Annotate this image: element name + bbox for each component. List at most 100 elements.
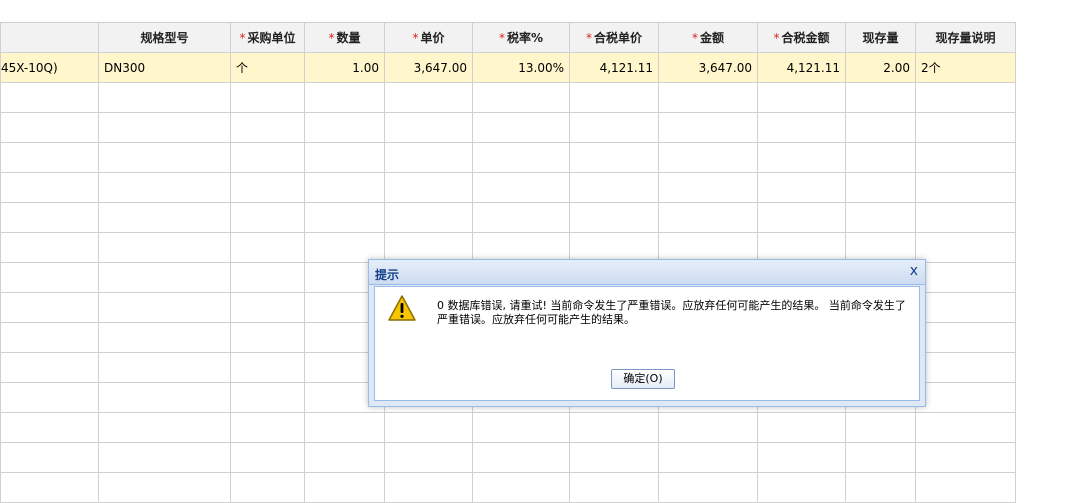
empty-cell[interactable] bbox=[98, 442, 231, 473]
cell-name[interactable]: 45X-10Q) bbox=[0, 52, 99, 83]
empty-cell[interactable] bbox=[658, 202, 758, 233]
empty-cell[interactable] bbox=[569, 412, 659, 443]
empty-cell[interactable] bbox=[658, 172, 758, 203]
cell-stock-note[interactable]: 2个 bbox=[915, 52, 1016, 83]
empty-cell[interactable] bbox=[384, 82, 473, 113]
empty-cell[interactable] bbox=[0, 292, 99, 323]
close-icon[interactable]: x bbox=[910, 263, 918, 279]
cell-tax-price[interactable]: 4,121.11 bbox=[569, 52, 659, 83]
empty-cell[interactable] bbox=[98, 142, 231, 173]
ok-button[interactable]: 确定(O) bbox=[611, 369, 675, 389]
empty-cell[interactable] bbox=[230, 412, 305, 443]
empty-cell[interactable] bbox=[915, 412, 1016, 443]
empty-cell[interactable] bbox=[845, 232, 916, 263]
empty-cell[interactable] bbox=[0, 172, 99, 203]
empty-cell[interactable] bbox=[304, 442, 385, 473]
empty-cell[interactable] bbox=[0, 232, 99, 263]
empty-cell[interactable] bbox=[472, 412, 570, 443]
col-header-tax-rate[interactable]: * 税率% bbox=[472, 22, 570, 53]
empty-cell[interactable] bbox=[757, 142, 846, 173]
empty-cell[interactable] bbox=[472, 202, 570, 233]
empty-cell[interactable] bbox=[915, 112, 1016, 143]
table-row[interactable] bbox=[0, 442, 1016, 473]
empty-cell[interactable] bbox=[915, 172, 1016, 203]
empty-cell[interactable] bbox=[845, 442, 916, 473]
empty-cell[interactable] bbox=[304, 232, 385, 263]
empty-cell[interactable] bbox=[384, 142, 473, 173]
empty-cell[interactable] bbox=[98, 82, 231, 113]
empty-cell[interactable] bbox=[757, 412, 846, 443]
empty-cell[interactable] bbox=[230, 442, 305, 473]
empty-cell[interactable] bbox=[230, 112, 305, 143]
empty-cell[interactable] bbox=[472, 172, 570, 203]
empty-cell[interactable] bbox=[569, 202, 659, 233]
empty-cell[interactable] bbox=[658, 232, 758, 263]
empty-cell[interactable] bbox=[230, 352, 305, 383]
empty-cell[interactable] bbox=[757, 202, 846, 233]
empty-cell[interactable] bbox=[569, 142, 659, 173]
empty-cell[interactable] bbox=[98, 202, 231, 233]
empty-cell[interactable] bbox=[0, 202, 99, 233]
col-header-stock-note[interactable]: 现存量说明 bbox=[915, 22, 1016, 53]
empty-cell[interactable] bbox=[384, 172, 473, 203]
col-header-stock[interactable]: 现存量 bbox=[845, 22, 916, 53]
empty-cell[interactable] bbox=[757, 112, 846, 143]
empty-cell[interactable] bbox=[230, 142, 305, 173]
empty-cell[interactable] bbox=[658, 82, 758, 113]
empty-cell[interactable] bbox=[757, 172, 846, 203]
empty-cell[interactable] bbox=[569, 112, 659, 143]
empty-cell[interactable] bbox=[569, 172, 659, 203]
table-row[interactable]: 45X-10Q) DN300 个 1.00 3,647.00 13.00% 4,… bbox=[0, 52, 1016, 83]
col-header-tax-price[interactable]: * 合税单价 bbox=[569, 22, 659, 53]
empty-cell[interactable] bbox=[98, 292, 231, 323]
empty-cell[interactable] bbox=[658, 442, 758, 473]
empty-cell[interactable] bbox=[304, 412, 385, 443]
table-row[interactable] bbox=[0, 412, 1016, 443]
empty-cell[interactable] bbox=[384, 442, 473, 473]
empty-cell[interactable] bbox=[0, 262, 99, 293]
empty-cell[interactable] bbox=[98, 412, 231, 443]
empty-cell[interactable] bbox=[0, 412, 99, 443]
cell-unit[interactable]: 个 bbox=[230, 52, 305, 83]
empty-cell[interactable] bbox=[0, 112, 99, 143]
cell-spec[interactable]: DN300 bbox=[98, 52, 231, 83]
col-header-amount[interactable]: * 金额 bbox=[658, 22, 758, 53]
empty-cell[interactable] bbox=[569, 442, 659, 473]
empty-cell[interactable] bbox=[915, 232, 1016, 263]
empty-cell[interactable] bbox=[384, 412, 473, 443]
empty-cell[interactable] bbox=[757, 232, 846, 263]
empty-cell[interactable] bbox=[0, 442, 99, 473]
empty-cell[interactable] bbox=[230, 82, 305, 113]
empty-cell[interactable] bbox=[845, 82, 916, 113]
empty-cell[interactable] bbox=[98, 232, 231, 263]
empty-cell[interactable] bbox=[845, 142, 916, 173]
empty-cell[interactable] bbox=[845, 112, 916, 143]
cell-tax-rate[interactable]: 13.00% bbox=[472, 52, 570, 83]
empty-cell[interactable] bbox=[915, 442, 1016, 473]
dialog-titlebar[interactable]: 提示 x bbox=[369, 260, 925, 285]
empty-cell[interactable] bbox=[757, 82, 846, 113]
empty-cell[interactable] bbox=[472, 142, 570, 173]
empty-cell[interactable] bbox=[472, 442, 570, 473]
empty-cell[interactable] bbox=[98, 262, 231, 293]
empty-cell[interactable] bbox=[569, 232, 659, 263]
cell-qty[interactable]: 1.00 bbox=[304, 52, 385, 83]
empty-cell[interactable] bbox=[845, 412, 916, 443]
empty-cell[interactable] bbox=[0, 322, 99, 353]
empty-cell[interactable] bbox=[230, 202, 305, 233]
cell-stock[interactable]: 2.00 bbox=[845, 52, 916, 83]
col-header-qty[interactable]: * 数量 bbox=[304, 22, 385, 53]
empty-cell[interactable] bbox=[230, 292, 305, 323]
table-row[interactable] bbox=[0, 232, 1016, 263]
empty-cell[interactable] bbox=[845, 172, 916, 203]
empty-cell[interactable] bbox=[0, 382, 99, 413]
empty-cell[interactable] bbox=[0, 352, 99, 383]
empty-cell[interactable] bbox=[384, 232, 473, 263]
empty-cell[interactable] bbox=[98, 382, 231, 413]
empty-cell[interactable] bbox=[230, 262, 305, 293]
empty-cell[interactable] bbox=[230, 232, 305, 263]
empty-cell[interactable] bbox=[98, 112, 231, 143]
empty-cell[interactable] bbox=[658, 412, 758, 443]
table-row[interactable] bbox=[0, 202, 1016, 233]
empty-cell[interactable] bbox=[98, 172, 231, 203]
